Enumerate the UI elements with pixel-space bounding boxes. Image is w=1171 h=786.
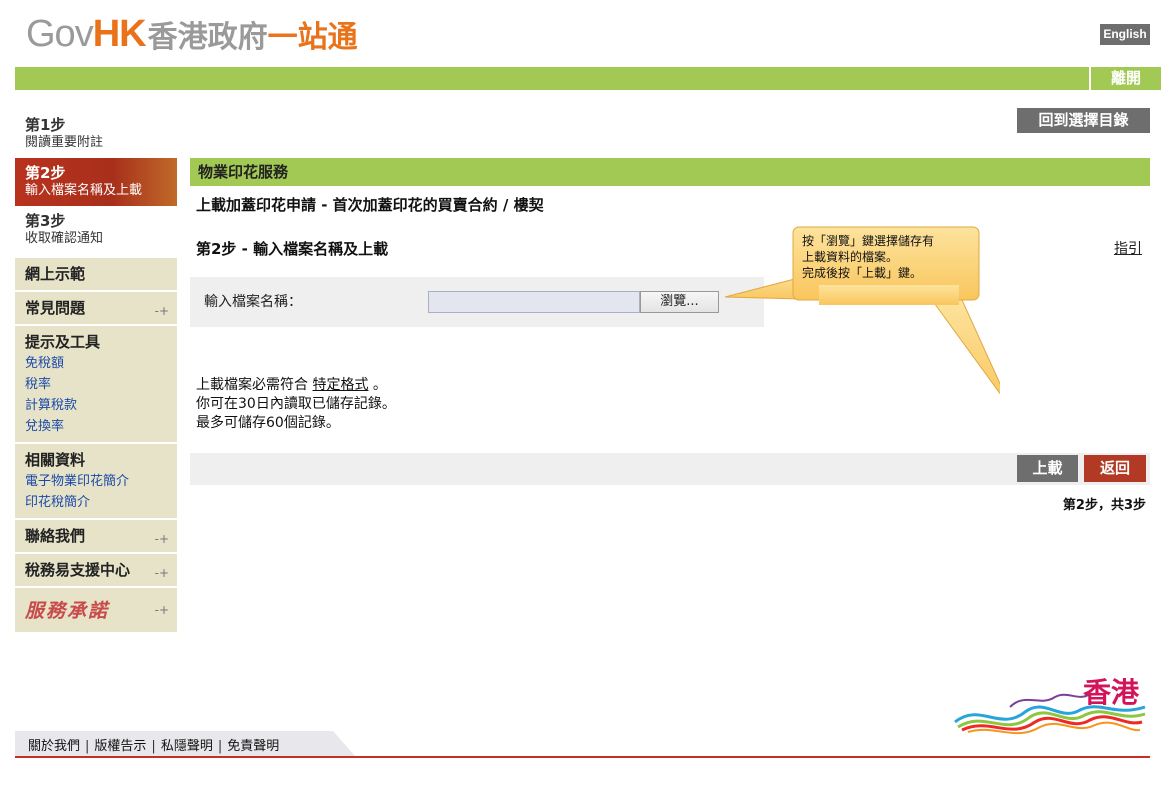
note-format-line: 上載檔案必需符合 特定格式 。 — [196, 376, 396, 395]
note-text: 上載檔案必需符合 — [196, 377, 308, 393]
upload-instruction-tooltip: 按「瀏覽」鍵選擇儲存有 上載資料的檔案。 完成後按「上載」鍵。 — [795, 228, 979, 300]
step-description: 輸入檔案名稱及上載 — [25, 183, 143, 198]
tooltip-line: 上載資料的檔案。 — [802, 250, 899, 264]
sidebar-box-title: 網上示範 — [25, 265, 86, 283]
step-number: 第1步 — [25, 116, 66, 134]
sidebar: 第1步 閱讀重要附註 第2步 輸入檔案名稱及上載 第3步 收取確認通知 網上示範… — [15, 110, 177, 634]
svg-text:香港: 香港 — [1083, 676, 1140, 709]
logo-one-stop-text: 一站通 — [267, 20, 358, 55]
step-progress-text: 第2步，共3步 — [1062, 498, 1146, 513]
section-title-bar: 物業印花服務 — [190, 158, 1150, 186]
sidebar-box-title: 聯絡我們 — [25, 527, 86, 545]
sidebar-performance-pledge[interactable]: 服務承諾 -+ — [15, 588, 177, 634]
link-allowances[interactable]: 免稅額 — [25, 353, 167, 374]
sidebar-box-title: 提示及工具 — [25, 333, 101, 351]
footer-link-disclaimer[interactable]: 免責聲明 — [227, 739, 279, 754]
leave-button[interactable]: 離開 — [1089, 67, 1161, 90]
expand-arrow-icon: -+ — [154, 603, 169, 617]
step-heading: 第2步 - 輸入檔案名稱及上載 — [196, 240, 389, 258]
expand-arrow-icon: -+ — [154, 304, 169, 318]
return-button[interactable]: 返回 — [1084, 455, 1146, 482]
logo-hk-text: HK — [92, 13, 147, 55]
sidebar-related-info: 相關資料 電子物業印花簡介 印花稅簡介 — [15, 444, 177, 520]
sidebar-tips-tools: 提示及工具 免稅額 稅率 計算稅款 兌換率 — [15, 326, 177, 444]
expand-arrow-icon: -+ — [154, 532, 169, 546]
sidebar-faq[interactable]: 常見問題 -+ — [15, 292, 177, 326]
link-tax-calculator[interactable]: 計算稅款 — [25, 395, 167, 416]
back-to-menu-button[interactable]: 回到選擇目錄 — [1017, 108, 1150, 133]
specific-format-link[interactable]: 特定格式 — [312, 377, 368, 393]
guide-link[interactable]: 指引 — [1114, 238, 1142, 258]
sidebar-box-title: 常見問題 — [25, 299, 86, 317]
sidebar-step-2-active: 第2步 輸入檔案名稱及上載 — [15, 158, 177, 206]
step-number: 第3步 — [25, 212, 66, 230]
govhk-logo[interactable]: Gov HK 香港政府 一站通 — [26, 12, 358, 56]
step-description: 閱讀重要附註 — [25, 135, 104, 150]
sidebar-box-title: 相關資料 — [25, 451, 86, 469]
step-description: 收取確認通知 — [25, 231, 104, 246]
file-input-panel: 輸入檔案名稱： 瀏覽... — [190, 277, 764, 327]
footer-link-copyright[interactable]: 版權告示 — [94, 739, 146, 754]
file-name-label: 輸入檔案名稱： — [204, 294, 302, 310]
logo-chinese-text: 香港政府 — [147, 20, 268, 55]
page-subtitle: 上載加蓋印花申請 - 首次加蓋印花的買賣合約 / 樓契 — [196, 196, 544, 214]
english-language-button[interactable]: English — [1100, 24, 1150, 45]
sidebar-step-3: 第3步 收取確認通知 — [15, 206, 177, 254]
link-exchange-rates[interactable]: 兌換率 — [25, 416, 167, 437]
tooltip-line: 完成後按「上載」鍵。 — [802, 266, 923, 280]
sidebar-online-demo[interactable]: 網上示範 — [15, 258, 177, 292]
brand-hong-kong-dragon-logo: 香港 — [954, 676, 1146, 735]
note-max-records-line: 最多可儲存60個記錄。 — [196, 415, 340, 431]
sidebar-box-title: 稅務易支援中心 — [25, 561, 131, 579]
logo-gov-text: Gov — [26, 13, 94, 55]
upload-notes: 上載檔案必需符合 特定格式 。 你可在30日內讀取已儲存記錄。 最多可儲存60個… — [196, 376, 396, 433]
link-tax-rates[interactable]: 稅率 — [25, 374, 167, 395]
link-stamp-duty[interactable]: 印花稅簡介 — [25, 492, 167, 513]
note-retrieval-line: 你可在30日內讀取已儲存記錄。 — [196, 396, 396, 412]
link-e-property-stamping[interactable]: 電子物業印花簡介 — [25, 471, 167, 492]
step-number: 第2步 — [25, 164, 66, 182]
footer-red-line — [15, 756, 1150, 758]
footer-link-about-us[interactable]: 關於我們 — [28, 739, 80, 754]
note-text: 。 — [372, 377, 387, 393]
footer-links: 關於我們 | 版權告示 | 私隱聲明 | 免責聲明 — [28, 739, 280, 754]
expand-arrow-icon: -+ — [154, 566, 169, 580]
upload-button[interactable]: 上載 — [1017, 455, 1078, 482]
action-bar — [190, 453, 1150, 485]
header-green-bar — [15, 67, 1161, 90]
tooltip-line: 按「瀏覽」鍵選擇儲存有 — [802, 234, 935, 248]
sidebar-support-centre[interactable]: 稅務易支援中心 -+ — [15, 554, 177, 588]
sidebar-contact-us[interactable]: 聯絡我們 -+ — [15, 520, 177, 554]
performance-pledge-logo: 服務承諾 — [25, 600, 110, 622]
sidebar-step-1: 第1步 閱讀重要附註 — [15, 110, 177, 158]
footer-link-privacy[interactable]: 私隱聲明 — [161, 739, 213, 754]
file-name-input[interactable] — [428, 291, 640, 313]
